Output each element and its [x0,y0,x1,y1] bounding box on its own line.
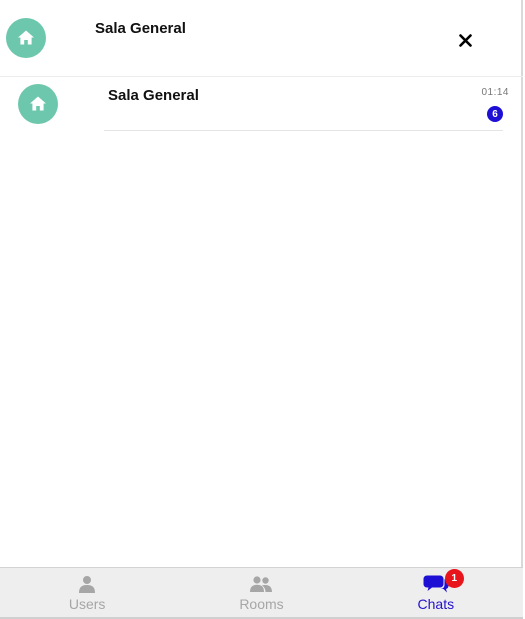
divider [104,130,503,131]
chat-list-item[interactable]: Sala General 01:14 6 [0,78,523,131]
chat-name: Sala General [108,87,199,104]
tab-chats-label: Chats [417,596,455,612]
bottom-nav: Users Rooms 1 Chats [0,567,523,619]
unread-count-badge: 6 [487,106,503,122]
home-icon [18,30,34,45]
tab-rooms[interactable]: Rooms [174,568,348,617]
close-icon [458,33,472,47]
chat-avatar [18,84,58,124]
chat-header: Sala General [0,0,523,77]
page-title: Sala General [95,20,186,37]
user-icon [79,576,96,593]
notification-badge: 1 [444,569,464,588]
tab-users-label: Users [68,596,106,612]
home-icon [30,96,46,111]
chat-panel: Sala General Sala General 01:14 6 Users … [0,0,523,619]
room-avatar [6,18,46,58]
tab-rooms-label: Rooms [239,596,284,612]
chat-timestamp: 01:14 [481,87,509,98]
tab-users[interactable]: Users [0,568,174,617]
users-group-icon [250,576,273,592]
tab-chats[interactable]: 1 Chats [349,568,523,617]
close-button[interactable] [455,30,475,50]
